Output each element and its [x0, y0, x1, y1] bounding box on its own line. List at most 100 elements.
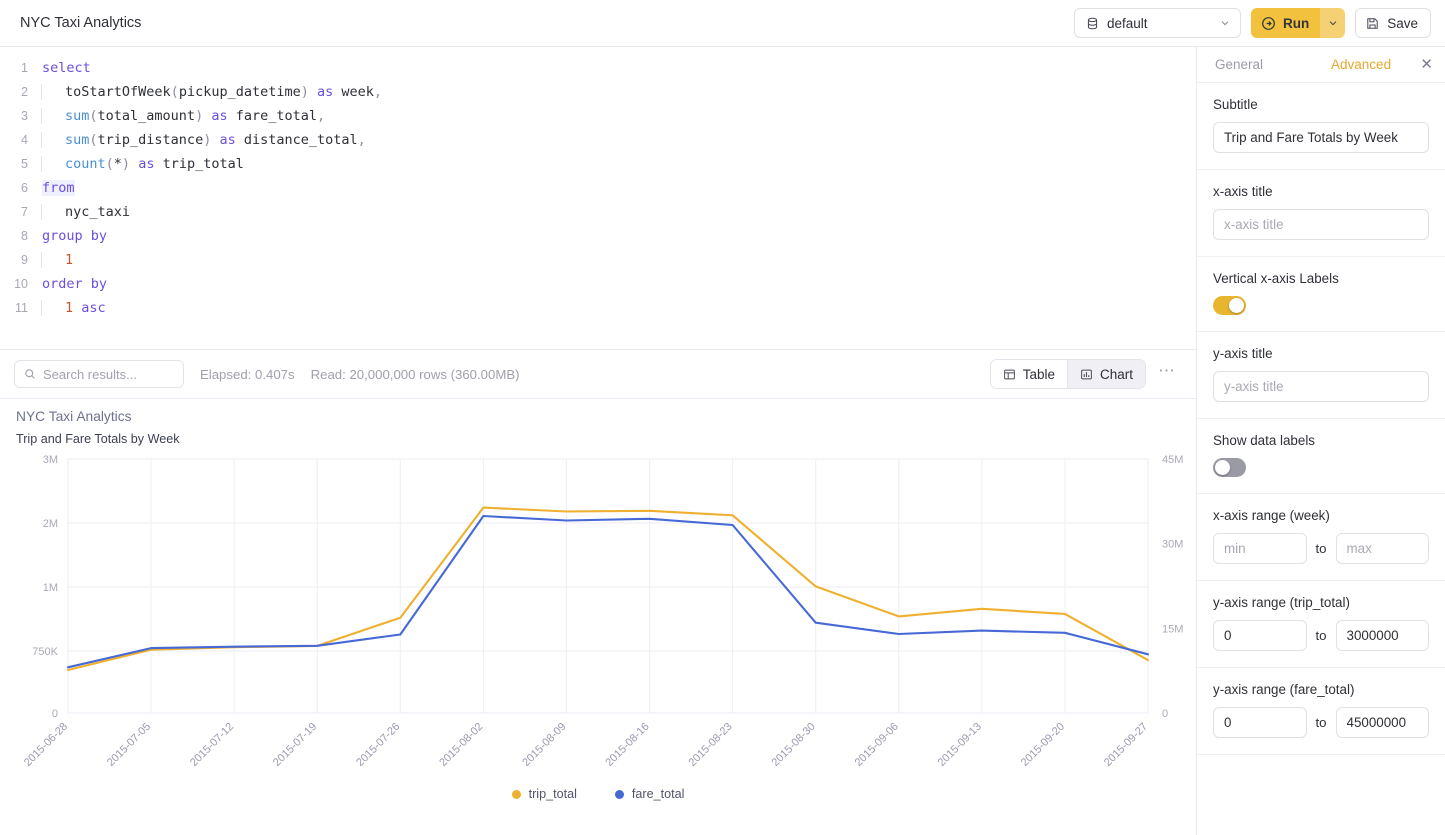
tab-advanced[interactable]: Advanced	[1325, 57, 1397, 72]
code-text: group by	[30, 228, 107, 244]
field-y-axis-range-trip-total-label: y-axis range (trip_total)	[1213, 595, 1429, 610]
y-axis-range-trip-max-input[interactable]	[1336, 620, 1430, 651]
code-text: select	[30, 60, 91, 76]
tab-table[interactable]: Table	[991, 360, 1067, 388]
top-bar-actions: default Run	[1074, 8, 1431, 38]
view-switcher-group: Table Chart ⋯	[990, 359, 1182, 389]
app-root: NYC Taxi Analytics default	[0, 0, 1445, 835]
line-number: 6	[0, 181, 30, 195]
run-dropdown-button[interactable]	[1320, 8, 1345, 38]
line-number: 7	[0, 205, 30, 219]
search-icon	[24, 368, 36, 380]
code-text: nyc_taxi	[41, 204, 130, 220]
play-circle-icon	[1261, 16, 1276, 31]
line-number: 10	[0, 277, 30, 291]
legend-item[interactable]: trip_total	[512, 787, 577, 801]
code-line: 11 1 asc	[0, 296, 1196, 320]
search-input-placeholder: Search results...	[43, 367, 137, 382]
vertical-x-labels-toggle[interactable]	[1213, 296, 1246, 315]
field-subtitle: Subtitle	[1197, 83, 1445, 170]
svg-text:2015-09-13: 2015-09-13	[936, 721, 984, 769]
code-line: 3 sum(total_amount) as fare_total,	[0, 104, 1196, 128]
database-icon	[1086, 17, 1099, 30]
code-text: sum(trip_distance) as distance_total,	[41, 132, 366, 148]
y-axis-range-trip-min-input[interactable]	[1213, 620, 1307, 651]
code-line: 4 sum(trip_distance) as distance_total,	[0, 128, 1196, 152]
page-title: NYC Taxi Analytics	[20, 15, 141, 31]
chart-plot-area: 0750K1M2M3M015M30M45M2015-06-282015-07-0…	[0, 451, 1196, 835]
svg-text:2015-07-19: 2015-07-19	[271, 721, 319, 769]
legend-label: fare_total	[632, 787, 685, 801]
run-button[interactable]: Run	[1251, 8, 1320, 38]
save-button[interactable]: Save	[1355, 8, 1431, 38]
svg-text:2015-07-26: 2015-07-26	[354, 721, 402, 769]
field-x-axis-title: x-axis title	[1197, 170, 1445, 257]
chevron-down-icon	[1327, 17, 1339, 29]
field-y-axis-title-label: y-axis title	[1213, 346, 1429, 361]
code-line: 8group by	[0, 224, 1196, 248]
field-x-axis-title-label: x-axis title	[1213, 184, 1429, 199]
save-button-label: Save	[1387, 16, 1418, 31]
view-switcher: Table Chart	[990, 359, 1146, 389]
y-axis-range-fare-min-input[interactable]	[1213, 707, 1307, 738]
svg-text:2015-09-06: 2015-09-06	[853, 721, 901, 769]
search-results-box[interactable]: Search results...	[14, 360, 184, 388]
x-axis-range-to-label: to	[1316, 541, 1327, 556]
line-number: 9	[0, 253, 30, 267]
y-axis-title-input[interactable]	[1213, 371, 1429, 402]
line-number: 1	[0, 61, 30, 75]
tab-chart[interactable]: Chart	[1067, 360, 1145, 388]
chart-axis-labels: 0750K1M2M3M015M30M45M2015-06-282015-07-0…	[0, 451, 1196, 777]
field-show-data-labels-label: Show data labels	[1213, 433, 1429, 448]
field-show-data-labels: Show data labels	[1197, 419, 1445, 494]
panel-fields: Subtitle x-axis title Vertical x-axis La…	[1197, 83, 1445, 835]
code-line: 6from	[0, 176, 1196, 200]
svg-text:2015-09-20: 2015-09-20	[1019, 721, 1067, 769]
svg-text:2M: 2M	[43, 518, 58, 530]
svg-text:2015-08-23: 2015-08-23	[686, 721, 734, 769]
line-number: 11	[0, 301, 30, 315]
field-vertical-x-labels: Vertical x-axis Labels	[1197, 257, 1445, 332]
show-data-labels-toggle[interactable]	[1213, 458, 1246, 477]
close-icon[interactable]: ✕	[1420, 57, 1433, 72]
line-number: 3	[0, 109, 30, 123]
x-axis-range-max-input[interactable]	[1336, 533, 1430, 564]
elapsed-stat: Elapsed: 0.407s	[200, 367, 295, 382]
results-toolbar: Search results... Elapsed: 0.407s Read: …	[0, 350, 1196, 399]
tab-general[interactable]: General	[1209, 57, 1269, 72]
y-axis-range-fare-max-input[interactable]	[1336, 707, 1430, 738]
x-axis-title-input[interactable]	[1213, 209, 1429, 240]
chart-title: NYC Taxi Analytics	[0, 409, 1196, 424]
code-text: 1	[41, 252, 73, 268]
line-number: 2	[0, 85, 30, 99]
code-text: sum(total_amount) as fare_total,	[41, 108, 325, 124]
field-vertical-x-labels-label: Vertical x-axis Labels	[1213, 271, 1429, 286]
subtitle-input[interactable]	[1213, 122, 1429, 153]
chart-subtitle: Trip and Fare Totals by Week	[0, 432, 1196, 446]
field-x-axis-range-label: x-axis range (week)	[1213, 508, 1429, 523]
legend-label: trip_total	[529, 787, 577, 801]
code-text: 1 asc	[41, 300, 106, 316]
bar-chart-icon	[1080, 368, 1093, 381]
legend-item[interactable]: fare_total	[615, 787, 685, 801]
tab-chart-label: Chart	[1100, 367, 1133, 382]
run-button-label: Run	[1283, 16, 1309, 31]
database-selector[interactable]: default	[1074, 8, 1241, 38]
svg-text:2015-07-05: 2015-07-05	[105, 721, 153, 769]
field-subtitle-label: Subtitle	[1213, 97, 1429, 112]
table-icon	[1003, 368, 1016, 381]
svg-text:2015-08-09: 2015-08-09	[520, 721, 568, 769]
svg-text:1M: 1M	[43, 582, 58, 594]
database-selected-label: default	[1107, 16, 1211, 31]
read-stat: Read: 20,000,000 rows (360.00MB)	[311, 367, 520, 382]
code-text: toStartOfWeek(pickup_datetime) as week,	[41, 84, 382, 100]
code-line: 5count(*) as trip_total	[0, 152, 1196, 176]
ellipsis-icon[interactable]: ⋯	[1152, 361, 1182, 388]
svg-text:2015-07-12: 2015-07-12	[188, 721, 236, 769]
line-number: 4	[0, 133, 30, 147]
sql-editor[interactable]: 1select2toStartOfWeek(pickup_datetime) a…	[0, 47, 1196, 350]
code-line: 10order by	[0, 272, 1196, 296]
svg-text:2015-09-27: 2015-09-27	[1102, 721, 1150, 769]
x-axis-range-min-input[interactable]	[1213, 533, 1307, 564]
code-text: count(*) as trip_total	[41, 156, 244, 172]
